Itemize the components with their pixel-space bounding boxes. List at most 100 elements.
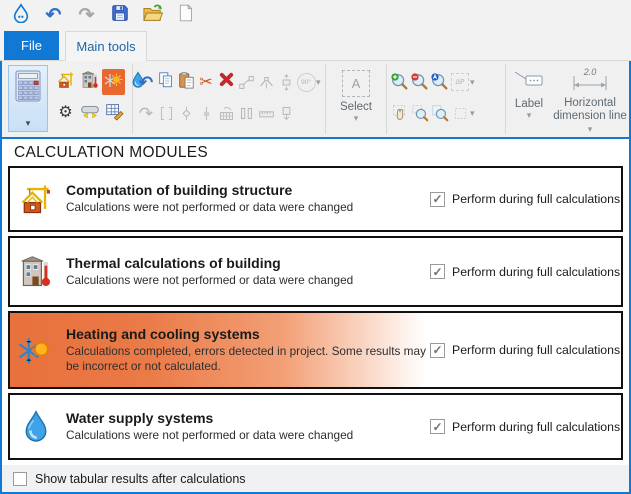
tables-button[interactable] [102,100,125,126]
dimension-line-icon: 2.0 [567,69,613,93]
chevron-down-icon: ▾ [26,119,31,128]
tab-file[interactable]: File [4,31,59,60]
connect-nodes-icon[interactable] [236,70,256,94]
redo-button[interactable]: ↷ [74,3,99,28]
hvac-module-button[interactable] [102,69,125,95]
ribbon-tabs: File Main tools [0,30,631,61]
thermal-module-button[interactable] [78,69,101,95]
zoom-out-button[interactable] [410,70,430,94]
calculations-button[interactable]: ▾ [8,65,48,132]
pan-button[interactable] [390,101,410,125]
select-area-icon: A [342,70,370,97]
selection-zoom-button[interactable] [450,101,470,125]
select-button[interactable]: A Select ▾ [326,61,386,123]
ribbon-group-zoom: ΔP ▾ ▾ [387,61,505,137]
edit-row-2: ↷ [136,101,296,125]
main-content: CALCULATION MODULES Computation of build… [2,139,629,492]
new-document-icon [176,3,195,28]
module-list: Computation of building structure Calcul… [2,166,629,460]
module-status: Calculations completed, errors detected … [66,344,430,375]
thermal-building-icon [80,70,100,95]
rotate-90-button[interactable]: 90° [296,70,316,94]
undo-icon: ↶ [139,74,153,91]
perform-checkbox[interactable]: ✓ [430,192,445,207]
delta-p-label: ΔP [455,79,464,86]
open-button[interactable] [140,3,165,28]
zoom-all-button[interactable] [430,70,450,94]
module-row-thermal[interactable]: Thermal calculations of building Calcula… [8,236,623,307]
perform-checkbox-label: Perform during full calculations [452,265,620,279]
perform-checkbox[interactable]: ✓ [430,264,445,279]
chevron-down-icon: ▾ [527,111,532,120]
module-status: Calculations were not performed or data … [66,428,430,443]
check-icon: ✓ [432,266,442,278]
pipe-icon [80,101,100,126]
check-icon: ✓ [432,421,442,433]
ribbon-redo-button[interactable]: ↷ [136,101,156,125]
ribbon-group-calculations: ▾ [2,61,132,137]
save-button[interactable] [107,3,132,28]
swap-columns-icon[interactable] [236,101,256,125]
chevron-down-icon[interactable]: ▾ [316,78,321,87]
pipe-tools-button[interactable] [78,100,101,126]
dimension-value: 2.0 [567,67,613,77]
gear-icon: ⚙ [58,105,72,121]
check-icon: ✓ [432,193,442,205]
flip-vertical-icon[interactable] [276,70,296,94]
module-row-water-supply[interactable]: Water supply systems Calculations were n… [8,393,623,460]
building-structure-icon [18,180,54,218]
edit-row-1: ↶ ✂ 90° ▾ [136,70,321,94]
module-title: Computation of building structure [66,182,430,198]
undo-button[interactable]: ↶ [41,3,66,28]
new-document-button[interactable] [173,3,198,28]
building-structure-icon [56,70,76,95]
status-bar: Show tabular results after calculations [2,465,629,492]
perform-checkbox-group: ✓ Perform during full calculations [430,192,621,207]
chevron-down-icon[interactable]: ▾ [470,78,475,87]
app-logo-button[interactable] [8,3,33,28]
undo-icon: ↶ [46,6,62,25]
paste-button[interactable] [176,70,196,94]
module-row-structure[interactable]: Computation of building structure Calcul… [8,166,623,232]
tab-file-label: File [21,38,42,53]
roof-peak-icon[interactable] [256,70,276,94]
perform-checkbox-label: Perform during full calculations [452,420,620,434]
perform-checkbox[interactable]: ✓ [430,419,445,434]
label-button[interactable]: Label ▾ [506,61,552,137]
zoom-row-2: ▾ [390,101,475,125]
perform-checkbox-label: Perform during full calculations [452,192,620,206]
calculator-icon [15,70,41,107]
perform-checkbox-label: Perform during full calculations [452,343,620,357]
table-rotate-icon[interactable] [216,101,236,125]
module-row-heating-cooling[interactable]: Heating and cooling systems Calculations… [8,311,623,389]
zoom-previous-button[interactable] [430,101,450,125]
module-status: Calculations were not performed or data … [66,200,430,215]
heating-cooling-icon [18,332,54,368]
zoom-window-button[interactable] [410,101,430,125]
perform-checkbox[interactable]: ✓ [430,343,445,358]
structure-module-button[interactable] [54,69,77,95]
show-tabular-results-checkbox[interactable] [13,472,27,486]
delta-p-button[interactable]: ΔP [450,70,470,94]
paste-icon [177,71,195,94]
quick-access-toolbar: ↶ ↷ [0,0,631,30]
ribbon-undo-button[interactable]: ↶ [136,70,156,94]
diamond-node-icon[interactable] [176,101,196,125]
tab-main-tools[interactable]: Main tools [65,31,147,61]
cut-button[interactable]: ✂ [196,70,216,94]
selection-brackets-icon[interactable] [156,101,176,125]
copy-button[interactable] [156,70,176,94]
chevron-down-icon: ▾ [354,114,359,123]
delete-button[interactable] [216,70,236,94]
show-tabular-results-label: Show tabular results after calculations [35,472,246,486]
horizontal-dimension-button[interactable]: 2.0 Horizontal dimension line ▾ [552,61,628,137]
installation-options-button[interactable]: ⚙ [54,100,77,126]
module-text: Computation of building structure Calcul… [66,182,430,215]
chevron-down-icon[interactable]: ▾ [470,109,475,118]
ruler-icon[interactable] [256,101,276,125]
label-callout-icon [513,69,545,94]
move-down-icon[interactable] [276,101,296,125]
module-text: Thermal calculations of building Calcula… [66,255,430,288]
zoom-in-button[interactable] [390,70,410,94]
pin-node-icon[interactable] [196,101,216,125]
